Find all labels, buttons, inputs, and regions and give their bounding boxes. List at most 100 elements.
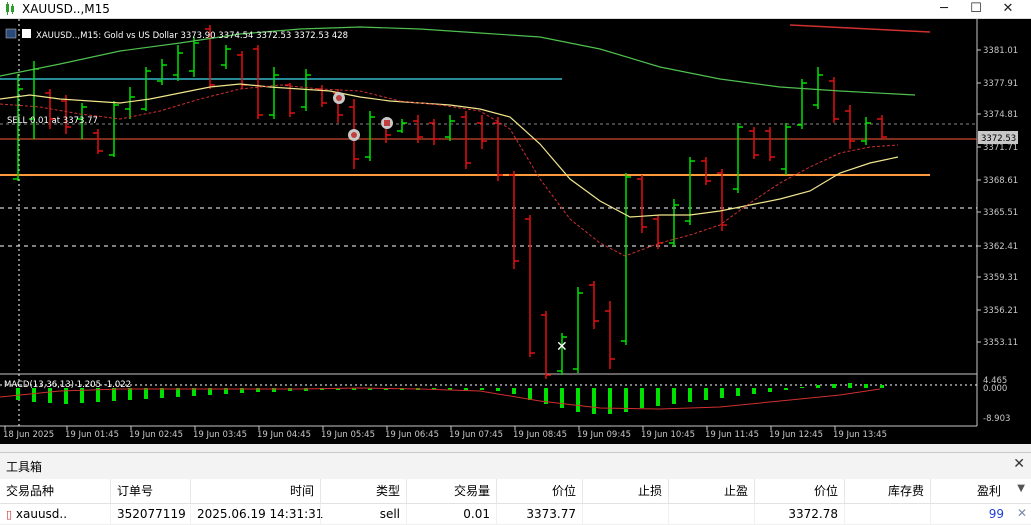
col-cur-price[interactable]: 价位 xyxy=(754,479,844,503)
table-row[interactable]: ▯ xauusd.. 352077119 2025.06.19 14:31:31… xyxy=(0,504,1031,524)
row-sl[interactable] xyxy=(582,504,668,524)
window-titlebar: XAUUSD..,M15 ─ ☐ ✕ xyxy=(0,0,1031,19)
candle-bar xyxy=(13,74,23,181)
col-time[interactable]: 时间 xyxy=(190,479,320,503)
sell-order-label[interactable]: SELL 0.01 at 3373.77 xyxy=(7,116,98,126)
minimize-icon[interactable]: ─ xyxy=(930,0,958,18)
price-tick-label: 3371.71 xyxy=(983,143,1018,153)
macd-tick-label: -8.903 xyxy=(983,414,1010,424)
macd-bar xyxy=(752,388,756,394)
trade-marker-2[interactable] xyxy=(348,129,360,141)
macd-bar xyxy=(736,388,740,396)
row-symbol: ▯ xauusd.. xyxy=(0,504,110,524)
row-profit: 99 xyxy=(930,504,1010,524)
candle-bar xyxy=(573,287,583,373)
candle-bar xyxy=(717,169,727,231)
macd-bar xyxy=(704,388,708,400)
col-price[interactable]: 价位 xyxy=(496,479,582,503)
time-tick-label: 19 Jun 04:45 xyxy=(257,430,311,440)
row-order: 352077119 xyxy=(110,504,190,524)
chart-canvas[interactable]: XAUUSD..,M15: Gold vs US Dollar 3373.90 … xyxy=(0,19,1031,444)
chart-window-icon xyxy=(6,2,14,15)
macd-bar xyxy=(880,385,884,388)
candle-bar xyxy=(429,119,439,145)
macd-label: MACD(13,36,13) 1.205 -1.022 xyxy=(4,380,131,390)
candle-bar xyxy=(749,127,759,159)
candle-bar xyxy=(525,215,535,357)
candle-bar xyxy=(365,111,375,161)
candle-bar xyxy=(461,111,471,169)
macd-bar xyxy=(464,388,468,390)
close-icon[interactable]: ✕ xyxy=(994,0,1022,18)
toolbox-close-icon[interactable]: ✕ xyxy=(1013,456,1025,472)
macd-bar xyxy=(832,384,836,388)
macd-bar xyxy=(576,388,580,412)
trade-marker-3[interactable] xyxy=(381,117,393,129)
col-type[interactable]: 类型 xyxy=(320,479,406,503)
close-order-icon[interactable]: ✕ xyxy=(1017,506,1027,520)
trade-marker-1[interactable] xyxy=(333,92,345,104)
window-title: XAUUSD..,M15 xyxy=(22,2,110,16)
time-axis: 18 Jun 2025 19 Jun 01:45 19 Jun 02:45 19 Ju… xyxy=(3,426,887,440)
candle-bar xyxy=(701,157,711,185)
candle-bar xyxy=(589,281,599,329)
candle-bar xyxy=(61,95,71,134)
maximize-icon[interactable]: ☐ xyxy=(962,0,990,18)
candle-bar xyxy=(125,87,135,119)
price-tick-label: 3359.31 xyxy=(983,273,1018,283)
candle-bar xyxy=(477,115,487,149)
row-time: 2025.06.19 14:31:31 xyxy=(190,504,323,524)
macd-bar xyxy=(768,388,772,392)
row-price: 3373.77 xyxy=(496,504,582,524)
candle-bar xyxy=(397,119,407,133)
price-axis: 3381.01 3377.91 3374.81 3371.71 3368.61 3365.… xyxy=(977,46,1018,348)
price-chart[interactable]: XAUUSD..,M15: Gold vs US Dollar 3373.90 … xyxy=(0,19,1031,444)
macd-bar xyxy=(480,388,484,390)
candle-bar xyxy=(29,61,39,139)
macd-bar xyxy=(528,388,532,400)
candle-bar xyxy=(541,311,551,379)
close-marker: ✕ xyxy=(556,339,568,355)
time-tick-label: 19 Jun 09:45 xyxy=(577,430,631,440)
row-type: sell xyxy=(320,504,406,524)
macd-bar xyxy=(496,388,500,391)
row-tp[interactable] xyxy=(668,504,754,524)
macd-histogram xyxy=(16,383,884,414)
red-trend-line[interactable] xyxy=(789,24,931,33)
time-tick-label: 19 Jun 05:45 xyxy=(321,430,375,440)
candle-bar xyxy=(445,115,455,141)
candle-bar xyxy=(861,117,871,145)
chart-info-text: XAUUSD..,M15: Gold vs US Dollar 3373.90 … xyxy=(36,31,348,41)
col-tp[interactable]: 止盈 xyxy=(668,479,754,503)
candle-bar xyxy=(237,51,247,89)
col-volume[interactable]: 交易量 xyxy=(406,479,496,503)
col-symbol[interactable]: 交易品种 xyxy=(0,479,110,503)
candle-bar xyxy=(317,85,327,107)
candle-bar xyxy=(797,79,807,129)
candle-bar xyxy=(877,115,887,139)
col-swap[interactable]: 库存费 xyxy=(844,479,930,503)
macd-bar xyxy=(512,388,516,394)
price-tick-label: 3377.91 xyxy=(983,79,1018,89)
price-tick-label: 3381.01 xyxy=(983,46,1018,56)
candle-bar xyxy=(109,101,119,157)
price-tick-label: 3353.11 xyxy=(983,338,1018,348)
time-tick-label: 19 Jun 13:45 xyxy=(833,430,887,440)
candle-bar xyxy=(813,67,823,109)
candle-bar xyxy=(605,301,615,369)
time-tick-label: 19 Jun 07:45 xyxy=(449,430,503,440)
candle-bar xyxy=(269,67,279,119)
col-order[interactable]: 订单号 xyxy=(110,479,190,503)
col-profit[interactable]: 盈利 xyxy=(930,479,1031,503)
candle-bar xyxy=(637,175,647,233)
col-sl[interactable]: 止损 xyxy=(582,479,668,503)
macd-bar xyxy=(784,388,788,390)
price-tick-label: 3362.41 xyxy=(983,242,1018,252)
macd-bar xyxy=(608,388,612,414)
candle-bar xyxy=(765,127,775,161)
row-volume: 0.01 xyxy=(406,504,496,524)
candle-bar xyxy=(173,45,183,81)
candle-bar xyxy=(157,59,167,85)
ma-red-dashed-line xyxy=(0,84,899,257)
price-tick-label: 3374.81 xyxy=(983,110,1018,120)
